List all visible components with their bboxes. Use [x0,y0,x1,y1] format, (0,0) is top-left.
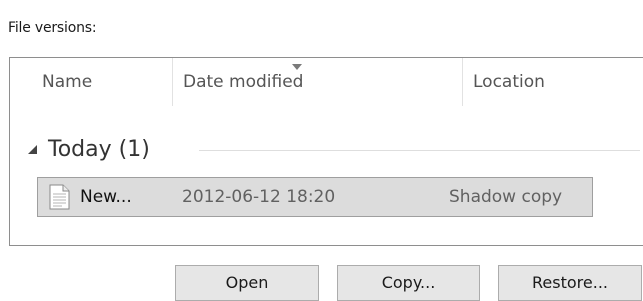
group-title: Today (1) [48,137,150,162]
column-header-date-modified[interactable]: Date modified [172,58,462,106]
file-versions-panel: File versions: Name Date modified Locati… [0,0,643,301]
date-modified-cell: 2012-06-12 18:20 [182,187,336,207]
column-header-bar: Name Date modified Location [10,58,643,106]
collapse-triangle-icon[interactable] [28,145,37,154]
text-document-icon [49,184,70,210]
sort-descending-icon [292,64,302,70]
column-header-location[interactable]: Location [462,58,643,106]
restore-button[interactable]: Restore... [498,265,642,301]
copy-button[interactable]: Copy... [337,265,480,301]
group-header-today[interactable]: Today (1) [22,134,640,166]
list-item[interactable]: New... 2012-06-12 18:20 Shadow copy [37,177,593,217]
column-header-name[interactable]: Name [32,58,172,106]
file-versions-label: File versions: [8,20,97,36]
file-versions-list[interactable]: Name Date modified Location Today (1) Ne… [9,57,643,246]
file-name-cell: New... [80,187,132,207]
location-cell: Shadow copy [449,187,563,207]
group-divider [199,150,640,151]
open-button[interactable]: Open [175,265,319,301]
